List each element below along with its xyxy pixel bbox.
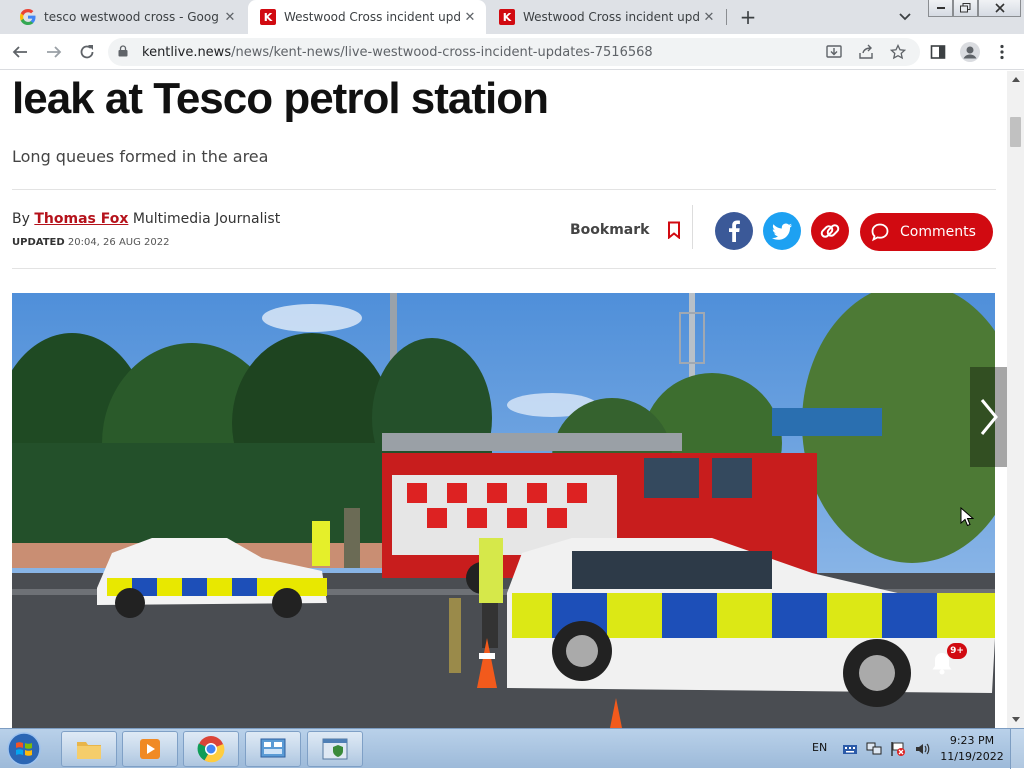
url-host: kentlive.news: [142, 44, 232, 60]
comment-icon: [871, 223, 889, 242]
window-close-button[interactable]: [978, 0, 1021, 17]
scroll-thumb[interactable]: [1010, 117, 1021, 147]
author-link[interactable]: Thomas Fox: [34, 211, 128, 227]
tab-google-search[interactable]: tesco westwood cross - Google S ✕: [8, 0, 246, 34]
browser-toolbar: kentlive.news/news/kent-news/live-westwo…: [0, 34, 1024, 70]
action-center-flag-icon[interactable]: [890, 741, 906, 757]
network-icon[interactable]: [866, 741, 882, 757]
divider: [12, 189, 996, 190]
bookmark-button[interactable]: Bookmark: [570, 221, 681, 239]
scroll-up-arrow-icon[interactable]: [1007, 71, 1024, 88]
taskbar-media-player[interactable]: [122, 731, 178, 767]
tab-title: tesco westwood cross - Google S: [44, 10, 220, 24]
article-headline: leak at Tesco petrol station: [12, 74, 549, 123]
tab-strip: tesco westwood cross - Google S ✕ K West…: [0, 0, 1024, 34]
show-desktop-button[interactable]: [1010, 729, 1024, 769]
media-player-icon: [140, 739, 160, 759]
taskbar-file-explorer[interactable]: [61, 731, 117, 767]
notification-badge: 9+: [947, 643, 967, 659]
scroll-down-arrow-icon[interactable]: [1007, 711, 1024, 728]
byline: By Thomas Fox Multimedia Journalist: [12, 211, 280, 227]
page-viewport: leak at Tesco petrol station Long queues…: [0, 71, 1007, 728]
chrome-icon: [197, 736, 225, 763]
bookmark-star-icon[interactable]: [886, 40, 910, 64]
minimize-button[interactable]: [928, 0, 953, 17]
author-role: Multimedia Journalist: [132, 211, 281, 227]
comments-button[interactable]: Comments: [860, 213, 993, 251]
mouse-cursor-icon: [960, 507, 974, 527]
clock-date: 11/19/2022: [940, 750, 1004, 763]
bookmark-label: Bookmark: [570, 222, 650, 238]
tab-search-chevron-down-icon[interactable]: [895, 8, 915, 26]
profile-avatar-icon[interactable]: [958, 40, 982, 64]
link-icon: [811, 212, 849, 250]
browser-menu-icon[interactable]: [990, 40, 1014, 64]
article-photo[interactable]: [12, 293, 995, 728]
facebook-share-button[interactable]: [715, 212, 753, 250]
reload-icon[interactable]: [75, 40, 99, 64]
new-tab-button[interactable]: +: [736, 5, 760, 29]
clock-time: 9:23 PM: [949, 734, 995, 747]
volume-icon[interactable]: [914, 741, 930, 757]
kentlive-icon: K: [260, 9, 276, 25]
windows-taskbar: EN 9:23 PM 11/19/2022: [0, 728, 1024, 769]
tab-westwood-cross-1[interactable]: K Westwood Cross incident update ✕: [248, 0, 486, 34]
control-panel-icon: [260, 738, 286, 758]
taskbar-clock[interactable]: 9:23 PM 11/19/2022: [940, 733, 1004, 765]
folder-icon: [77, 742, 101, 759]
comments-label: Comments: [900, 224, 976, 240]
taskbar-security-window[interactable]: [307, 731, 363, 767]
updated-time: 20:04, 26 AUG 2022: [67, 237, 170, 248]
share-icon[interactable]: [854, 40, 878, 64]
side-panel-icon[interactable]: [926, 40, 950, 64]
install-app-icon[interactable]: [822, 40, 846, 64]
windows-logo-icon: [7, 732, 41, 766]
back-arrow-icon[interactable]: [8, 40, 32, 64]
divider: [12, 268, 996, 269]
close-icon[interactable]: ✕: [220, 7, 240, 27]
tab-title: Westwood Cross incident update: [284, 10, 460, 24]
taskbar-control-panel[interactable]: [245, 731, 301, 767]
taskbar-chrome[interactable]: [183, 731, 239, 767]
divider: [692, 205, 693, 249]
language-indicator[interactable]: EN: [812, 741, 827, 754]
page-scrollbar[interactable]: [1007, 71, 1024, 728]
next-image-chevron-right-icon[interactable]: [970, 367, 1007, 467]
url-path: /news/kent-news/live-westwood-cross-inci…: [231, 44, 653, 60]
google-icon: [20, 9, 36, 25]
tab-westwood-cross-2[interactable]: K Westwood Cross incident update ✕: [487, 0, 725, 34]
restore-button[interactable]: [953, 0, 978, 17]
security-shield-icon: [322, 738, 348, 760]
start-button[interactable]: [4, 731, 44, 767]
twitter-share-button[interactable]: [763, 212, 801, 250]
article-standfirst: Long queues formed in the area: [12, 147, 269, 166]
forward-arrow-icon[interactable]: [42, 40, 66, 64]
updated-timestamp: UPDATED 20:04, 26 AUG 2022: [12, 237, 169, 248]
byline-prefix: By: [12, 211, 30, 227]
url-text: kentlive.news/news/kent-news/live-westwo…: [142, 45, 653, 60]
kentlive-icon: K: [499, 9, 515, 25]
lock-icon[interactable]: [118, 44, 132, 60]
window-controls: [928, 0, 1021, 18]
bookmark-icon: [668, 221, 681, 239]
updated-label: UPDATED: [12, 237, 65, 248]
twitter-icon: [763, 212, 801, 250]
address-bar[interactable]: kentlive.news/news/kent-news/live-westwo…: [108, 38, 920, 66]
emergency-scene-image: [12, 293, 995, 728]
tab-separator: [726, 9, 727, 25]
close-icon[interactable]: ✕: [699, 7, 719, 27]
tab-title: Westwood Cross incident update: [523, 10, 699, 24]
keyboard-tray-icon[interactable]: [842, 741, 858, 757]
close-icon[interactable]: ✕: [460, 7, 480, 27]
copy-link-button[interactable]: [811, 212, 849, 250]
facebook-icon: [715, 212, 753, 250]
